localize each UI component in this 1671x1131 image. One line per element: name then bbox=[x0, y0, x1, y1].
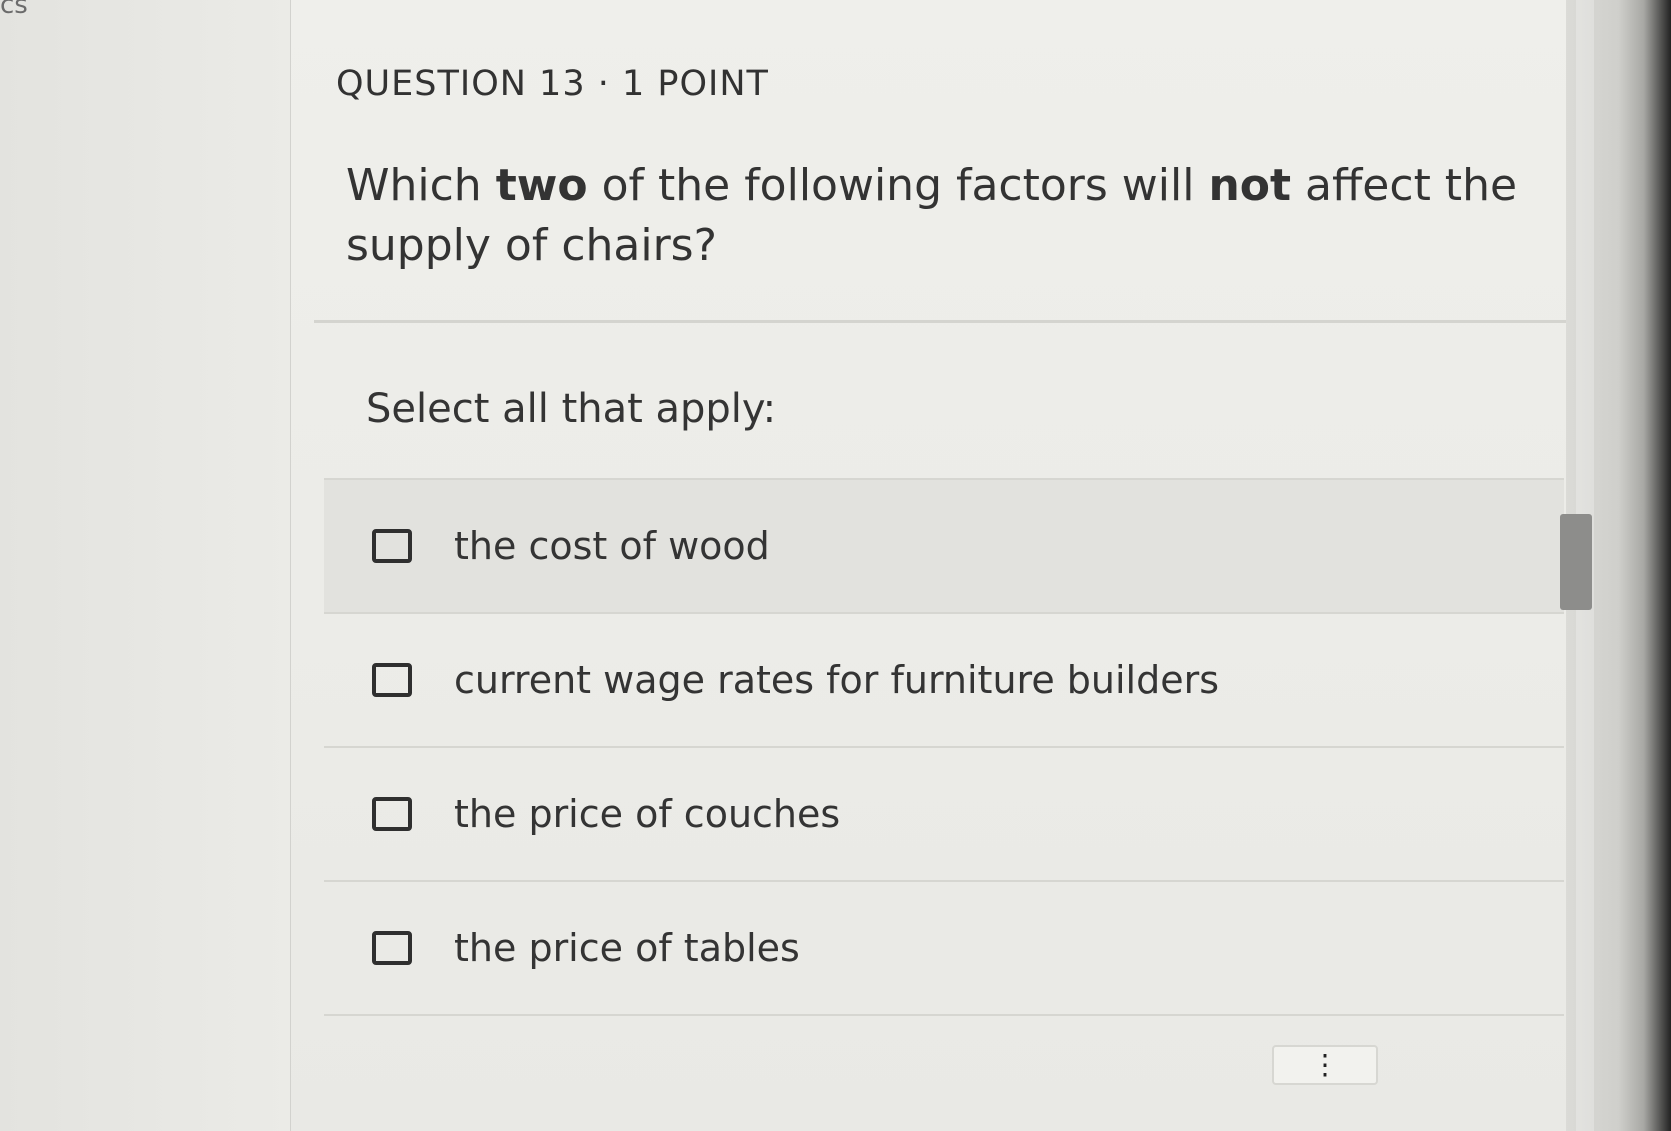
question-prompt: Which two of the following factors will … bbox=[346, 156, 1526, 276]
answer-option-price-of-couches[interactable]: the price of couches bbox=[324, 746, 1564, 880]
answer-option-label: the cost of wood bbox=[454, 524, 770, 568]
checkbox-price-of-tables[interactable] bbox=[372, 931, 412, 965]
checkbox-wage-rates[interactable] bbox=[372, 663, 412, 697]
question-card: QUESTION 13 · 1 POINT Which two of the f… bbox=[290, 0, 1610, 1131]
prompt-text-part-2: of the following factors will bbox=[587, 160, 1209, 211]
vertical-ellipsis-icon: ⋮ bbox=[1311, 1049, 1339, 1080]
select-all-instruction: Select all that apply: bbox=[366, 386, 777, 432]
scrollbar-thumb[interactable] bbox=[1560, 514, 1592, 610]
answer-option-label: the price of tables bbox=[454, 926, 800, 970]
options-bottom-border bbox=[324, 1014, 1564, 1131]
prompt-divider bbox=[314, 320, 1574, 323]
answer-option-wage-rates[interactable]: current wage rates for furniture builder… bbox=[324, 612, 1564, 746]
question-header: QUESTION 13 · 1 POINT bbox=[336, 64, 769, 104]
prompt-emphasis-two: two bbox=[495, 160, 588, 211]
answer-options: the cost of wood current wage rates for … bbox=[324, 478, 1564, 1131]
top-left-text-fragment: cs bbox=[0, 0, 28, 20]
answer-option-cost-of-wood[interactable]: the cost of wood bbox=[324, 478, 1564, 612]
prompt-text-part-1: Which bbox=[346, 160, 496, 211]
answer-option-label: current wage rates for furniture builder… bbox=[454, 658, 1220, 702]
checkbox-cost-of-wood[interactable] bbox=[372, 529, 412, 563]
checkbox-price-of-couches[interactable] bbox=[372, 797, 412, 831]
left-gutter: cs bbox=[0, 0, 290, 1131]
answer-option-label: the price of couches bbox=[454, 792, 841, 836]
answer-option-price-of-tables[interactable]: the price of tables bbox=[324, 880, 1564, 1014]
more-options-button[interactable]: ⋮ bbox=[1272, 1045, 1378, 1085]
prompt-emphasis-not: not bbox=[1208, 160, 1292, 211]
